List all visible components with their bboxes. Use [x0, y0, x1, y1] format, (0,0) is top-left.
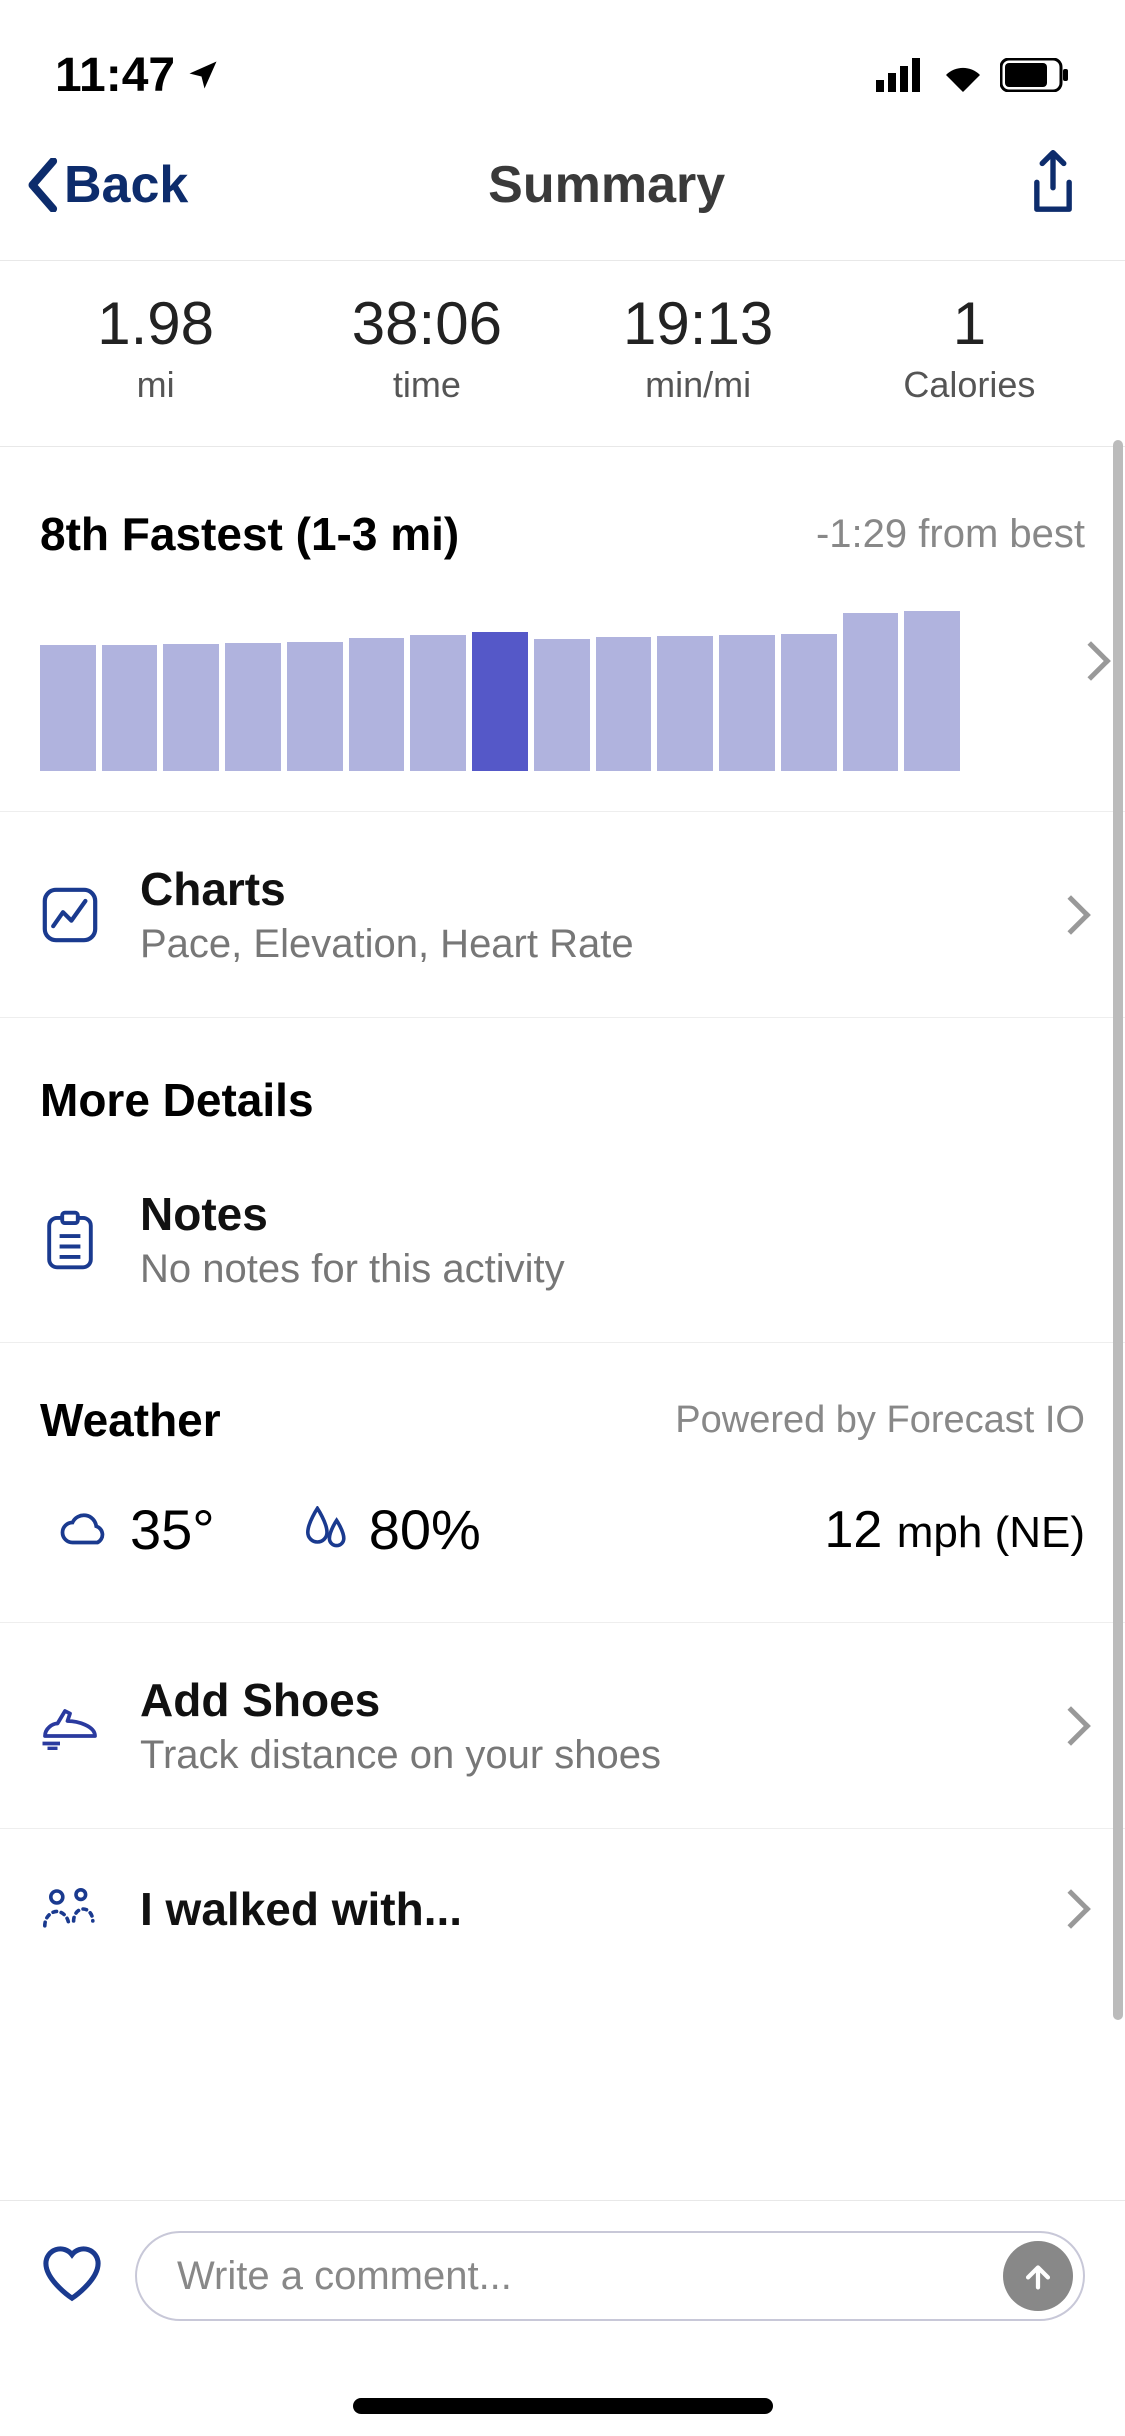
heart-icon	[40, 2246, 104, 2304]
rank-section[interactable]: 8th Fastest (1-3 mi) -1:29 from best	[0, 447, 1125, 812]
rank-bar	[781, 634, 837, 771]
charts-row[interactable]: Charts Pace, Elevation, Heart Rate	[0, 812, 1125, 1018]
status-bar: 11:47	[0, 0, 1125, 130]
temp-value: 35°	[130, 1497, 215, 1562]
share-icon	[1025, 150, 1081, 220]
more-details-header: More Details	[0, 1018, 1125, 1137]
stat-calories: 1 Calories	[834, 289, 1105, 406]
comment-placeholder: Write a comment...	[177, 2254, 512, 2299]
weather-row: 35° 80% 12 mph (NE)	[0, 1457, 1125, 1623]
walked-with-row[interactable]: I walked with...	[0, 1829, 1125, 2009]
people-icon	[40, 1879, 100, 1939]
stat-value: 38:06	[291, 289, 562, 358]
rank-bar	[596, 637, 652, 771]
chart-icon	[40, 885, 100, 945]
weather-temp: 35°	[60, 1497, 215, 1562]
arrow-up-icon	[1021, 2259, 1055, 2293]
chevron-right-icon	[1051, 895, 1091, 935]
wifi-icon	[940, 58, 986, 92]
stat-value: 1	[834, 289, 1105, 358]
stat-pace: 19:13 min/mi	[563, 289, 834, 406]
stat-time: 38:06 time	[291, 289, 562, 406]
walked-text: I walked with...	[140, 1882, 1017, 1936]
shoes-sub: Track distance on your shoes	[140, 1733, 1017, 1778]
share-button[interactable]	[1025, 150, 1085, 220]
comment-bar: Write a comment...	[0, 2200, 1125, 2351]
walked-title: I walked with...	[140, 1882, 1017, 1936]
rank-bar	[287, 642, 343, 771]
notes-title: Notes	[140, 1187, 1085, 1241]
status-time: 11:47	[55, 48, 221, 103]
page-title: Summary	[488, 155, 725, 215]
stat-value: 19:13	[563, 289, 834, 358]
notes-row[interactable]: Notes No notes for this activity	[0, 1137, 1125, 1343]
time-text: 11:47	[55, 48, 175, 103]
stat-label: min/mi	[563, 364, 834, 406]
rank-bar	[163, 644, 219, 771]
shoes-text: Add Shoes Track distance on your shoes	[140, 1673, 1017, 1778]
shoe-icon	[40, 1696, 100, 1756]
rank-bars	[40, 611, 960, 771]
rank-bar	[719, 635, 775, 771]
rank-bar	[102, 645, 158, 771]
weather-header: Weather Powered by Forecast IO	[0, 1343, 1125, 1457]
stats-row: 1.98 mi 38:06 time 19:13 min/mi 1 Calori…	[0, 261, 1125, 447]
rank-title: 8th Fastest (1-3 mi)	[40, 507, 459, 561]
weather-wind: 12 mph (NE)	[824, 1500, 1085, 1560]
cellular-icon	[876, 58, 926, 92]
comment-input[interactable]: Write a comment...	[135, 2231, 1085, 2321]
chevron-right-icon	[1071, 641, 1111, 681]
rank-bar	[904, 611, 960, 771]
more-details-title: More Details	[40, 1073, 314, 1127]
rank-header: 8th Fastest (1-3 mi) -1:29 from best	[40, 507, 1085, 561]
rank-bar	[40, 645, 96, 771]
weather-title: Weather	[40, 1393, 221, 1447]
chevron-right-icon	[1051, 1706, 1091, 1746]
stat-label: time	[291, 364, 562, 406]
wind-unit: mph (NE)	[897, 1508, 1085, 1557]
chevron-left-icon	[25, 158, 59, 212]
rank-bar	[472, 632, 528, 771]
charts-text: Charts Pace, Elevation, Heart Rate	[140, 862, 1017, 967]
rank-bar	[843, 613, 899, 771]
like-button[interactable]	[40, 2246, 105, 2306]
cloud-icon	[60, 1511, 110, 1549]
stat-value: 1.98	[20, 289, 291, 358]
battery-icon	[1000, 58, 1070, 92]
wind-speed: 12	[824, 1501, 882, 1559]
rank-bar	[349, 638, 405, 771]
rank-bar	[657, 636, 713, 771]
rank-bar	[534, 639, 590, 771]
location-icon	[185, 57, 221, 93]
back-label: Back	[64, 155, 188, 215]
rank-bar	[225, 643, 281, 771]
send-button[interactable]	[1003, 2241, 1073, 2311]
shoes-title: Add Shoes	[140, 1673, 1017, 1727]
humidity-icon	[305, 1506, 349, 1554]
weather-powered: Powered by Forecast IO	[675, 1399, 1085, 1442]
rank-bar	[410, 635, 466, 771]
humidity-value: 80%	[369, 1497, 481, 1562]
weather-humidity: 80%	[305, 1497, 481, 1562]
notes-icon	[40, 1210, 100, 1270]
chevron-right-icon	[1051, 1889, 1091, 1929]
notes-sub: No notes for this activity	[140, 1247, 1085, 1292]
stat-label: Calories	[834, 364, 1105, 406]
back-button[interactable]: Back	[25, 155, 188, 215]
add-shoes-row[interactable]: Add Shoes Track distance on your shoes	[0, 1623, 1125, 1829]
charts-sub: Pace, Elevation, Heart Rate	[140, 922, 1017, 967]
stat-distance: 1.98 mi	[20, 289, 291, 406]
status-icons	[876, 58, 1070, 92]
stat-label: mi	[20, 364, 291, 406]
home-indicator[interactable]	[353, 2398, 773, 2414]
charts-title: Charts	[140, 862, 1017, 916]
rank-diff: -1:29 from best	[816, 512, 1085, 557]
notes-text: Notes No notes for this activity	[140, 1187, 1085, 1292]
nav-bar: Back Summary	[0, 130, 1125, 261]
scroll-indicator[interactable]	[1113, 440, 1123, 2020]
